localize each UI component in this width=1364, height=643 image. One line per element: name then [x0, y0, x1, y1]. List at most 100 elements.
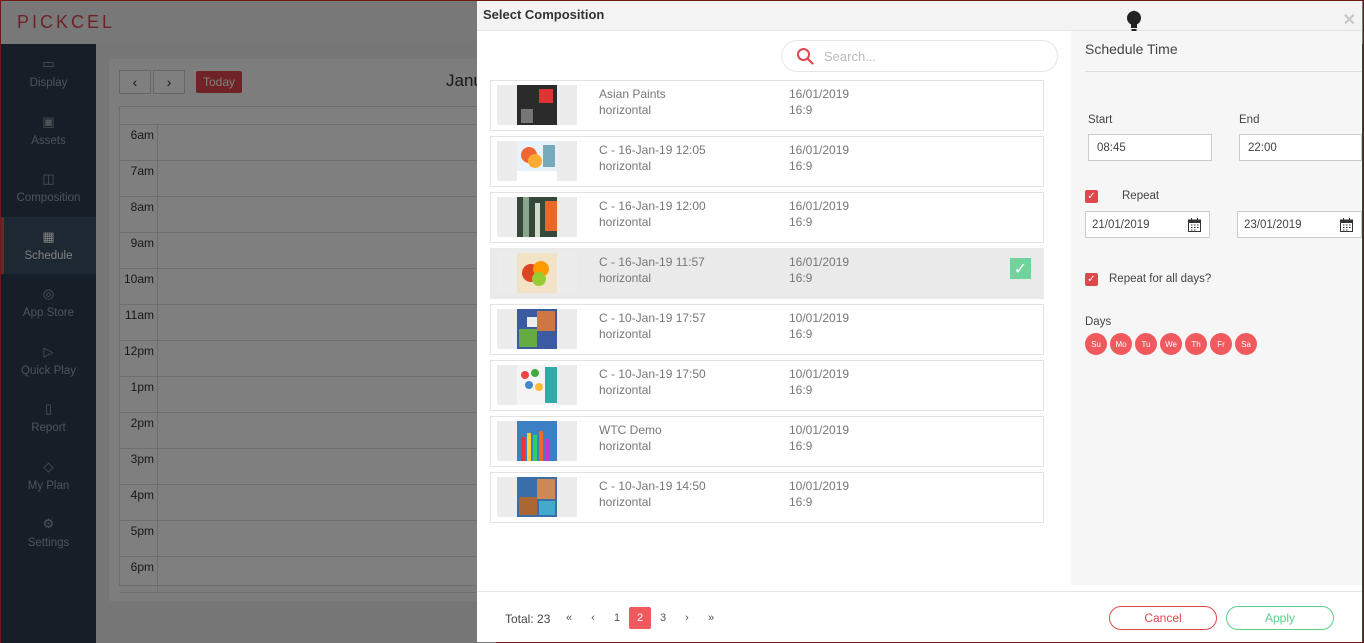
search-icon: [797, 48, 814, 65]
composition-thumbnail: [497, 421, 577, 461]
close-icon[interactable]: ✕: [1343, 10, 1356, 30]
composition-thumbnail: [497, 477, 577, 517]
search-box: [781, 40, 1058, 72]
day-toggle-mo[interactable]: Mo: [1110, 333, 1132, 355]
composition-name: C - 16-Jan-19 12:00: [599, 199, 706, 213]
start-label: Start: [1088, 114, 1113, 126]
calendar-icon[interactable]: [1188, 218, 1201, 232]
composition-orientation: horizontal: [599, 271, 652, 285]
search-input[interactable]: [824, 48, 1024, 64]
composition-name: C - 16-Jan-19 11:57: [599, 255, 705, 269]
thumbnail-image: [517, 197, 557, 237]
lightbulb-icon[interactable]: [1125, 10, 1143, 32]
composition-thumbnail: [497, 85, 577, 125]
composition-orientation: horizontal: [599, 159, 652, 173]
last-page-button[interactable]: »: [699, 607, 723, 629]
modal-footer: Total: 23 «‹ 1 2 3 ›» Cancel Apply: [477, 591, 1362, 642]
composition-date: 10/01/2019: [789, 311, 850, 325]
composition-orientation: horizontal: [599, 495, 652, 509]
thumbnail-image: [517, 85, 557, 125]
repeat-to-date-input[interactable]: 23/01/2019: [1237, 211, 1362, 238]
composition-row[interactable]: WTC Demo horizontal 10/01/2019 16:9: [490, 416, 1044, 467]
thumbnail-image: [517, 365, 557, 405]
days-label: Days: [1085, 316, 1112, 328]
days-selector: Su Mo Tu We Th Fr Sa: [1085, 333, 1260, 355]
composition-thumbnail: [497, 141, 577, 181]
composition-row[interactable]: C - 10-Jan-19 17:57 horizontal 10/01/2019 1…: [490, 304, 1044, 355]
calendar-icon[interactable]: [1340, 218, 1353, 232]
composition-orientation: horizontal: [599, 327, 652, 341]
repeat-from-date-input[interactable]: 21/01/2019: [1085, 211, 1210, 238]
schedule-time-title: Schedule Time: [1085, 41, 1178, 57]
repeat-label: Repeat: [1122, 190, 1160, 202]
composition-ratio: 16:9: [789, 215, 813, 229]
check-icon[interactable]: ✓: [1010, 258, 1031, 279]
composition-orientation: horizontal: [599, 439, 652, 453]
total-count: Total: 23: [505, 612, 551, 626]
start-time-input[interactable]: 08:45: [1088, 134, 1212, 161]
composition-ratio: 16:9: [789, 439, 813, 453]
end-time-input[interactable]: 22:00: [1239, 134, 1362, 161]
composition-list: Asian Paints horizontal 16/01/2019 16:9 C - …: [490, 80, 1044, 528]
modal-title: Select Composition: [483, 7, 605, 22]
composition-ratio: 16:9: [789, 327, 813, 341]
composition-date: 16/01/2019: [789, 87, 850, 101]
composition-row[interactable]: C - 10-Jan-19 14:50 horizontal 10/01/2019 1…: [490, 472, 1044, 523]
composition-ratio: 16:9: [789, 495, 813, 509]
thumbnail-image: [517, 477, 557, 517]
composition-name: C - 10-Jan-19 17:50: [599, 367, 706, 381]
apply-button[interactable]: Apply: [1226, 606, 1334, 630]
composition-row[interactable]: C - 10-Jan-19 17:50 horizontal 10/01/2019 1…: [490, 360, 1044, 411]
composition-thumbnail: [497, 365, 577, 405]
composition-name: C - 10-Jan-19 14:50: [599, 479, 706, 493]
composition-name: C - 16-Jan-19 12:05: [599, 143, 706, 157]
composition-date: 10/01/2019: [789, 479, 850, 493]
composition-orientation: horizontal: [599, 215, 652, 229]
end-label: End: [1239, 114, 1260, 126]
day-toggle-su[interactable]: Su: [1085, 333, 1107, 355]
schedule-time-panel: Schedule Time Start 08:45 End 22:00 ✓ Re…: [1071, 31, 1362, 585]
composition-ratio: 16:9: [789, 271, 813, 285]
thumbnail-image: [517, 309, 557, 349]
cancel-button[interactable]: Cancel: [1109, 606, 1217, 630]
divider: [1085, 71, 1362, 72]
select-composition-modal: Select Composition ✕ Asian Paints horizon…: [477, 1, 1362, 642]
composition-date: 10/01/2019: [789, 367, 850, 381]
composition-ratio: 16:9: [789, 103, 813, 117]
composition-name: WTC Demo: [599, 423, 662, 437]
composition-thumbnail: [497, 197, 577, 237]
page-button-1[interactable]: 1: [605, 607, 629, 629]
composition-name: Asian Paints: [599, 87, 666, 101]
thumbnail-image: [517, 421, 557, 461]
composition-date: 10/01/2019: [789, 423, 850, 437]
composition-ratio: 16:9: [789, 159, 813, 173]
next-page-button[interactable]: ›: [675, 607, 699, 629]
composition-thumbnail: [497, 253, 577, 293]
repeat-all-days-checkbox[interactable]: ✓: [1085, 273, 1098, 286]
composition-name: C - 10-Jan-19 17:57: [599, 311, 706, 325]
repeat-to-value: 23/01/2019: [1244, 218, 1302, 231]
composition-row[interactable]: C - 16-Jan-19 12:05 horizontal 16/01/2019 1…: [490, 136, 1044, 187]
day-toggle-fr[interactable]: Fr: [1210, 333, 1232, 355]
day-toggle-tu[interactable]: Tu: [1135, 333, 1157, 355]
page-button-3[interactable]: 3: [651, 607, 675, 629]
first-page-button[interactable]: «: [557, 607, 581, 629]
composition-thumbnail: [497, 309, 577, 349]
composition-row[interactable]: C - 16-Jan-19 11:57 horizontal 16/01/2019 1…: [490, 248, 1044, 299]
pagination: «‹ 1 2 3 ›»: [557, 607, 723, 629]
composition-ratio: 16:9: [789, 383, 813, 397]
prev-page-button[interactable]: ‹: [581, 607, 605, 629]
composition-row[interactable]: Asian Paints horizontal 16/01/2019 16:9: [490, 80, 1044, 131]
day-toggle-th[interactable]: Th: [1185, 333, 1207, 355]
repeat-checkbox[interactable]: ✓: [1085, 190, 1098, 203]
composition-date: 16/01/2019: [789, 143, 850, 157]
composition-row[interactable]: C - 16-Jan-19 12:00 horizontal 16/01/2019 1…: [490, 192, 1044, 243]
modal-header: Select Composition ✕: [477, 1, 1362, 31]
day-toggle-sa[interactable]: Sa: [1235, 333, 1257, 355]
day-toggle-we[interactable]: We: [1160, 333, 1182, 355]
composition-date: 16/01/2019: [789, 199, 850, 213]
page-button-2[interactable]: 2: [629, 607, 651, 629]
thumbnail-image: [517, 141, 557, 181]
composition-date: 16/01/2019: [789, 255, 850, 269]
composition-orientation: horizontal: [599, 383, 652, 397]
